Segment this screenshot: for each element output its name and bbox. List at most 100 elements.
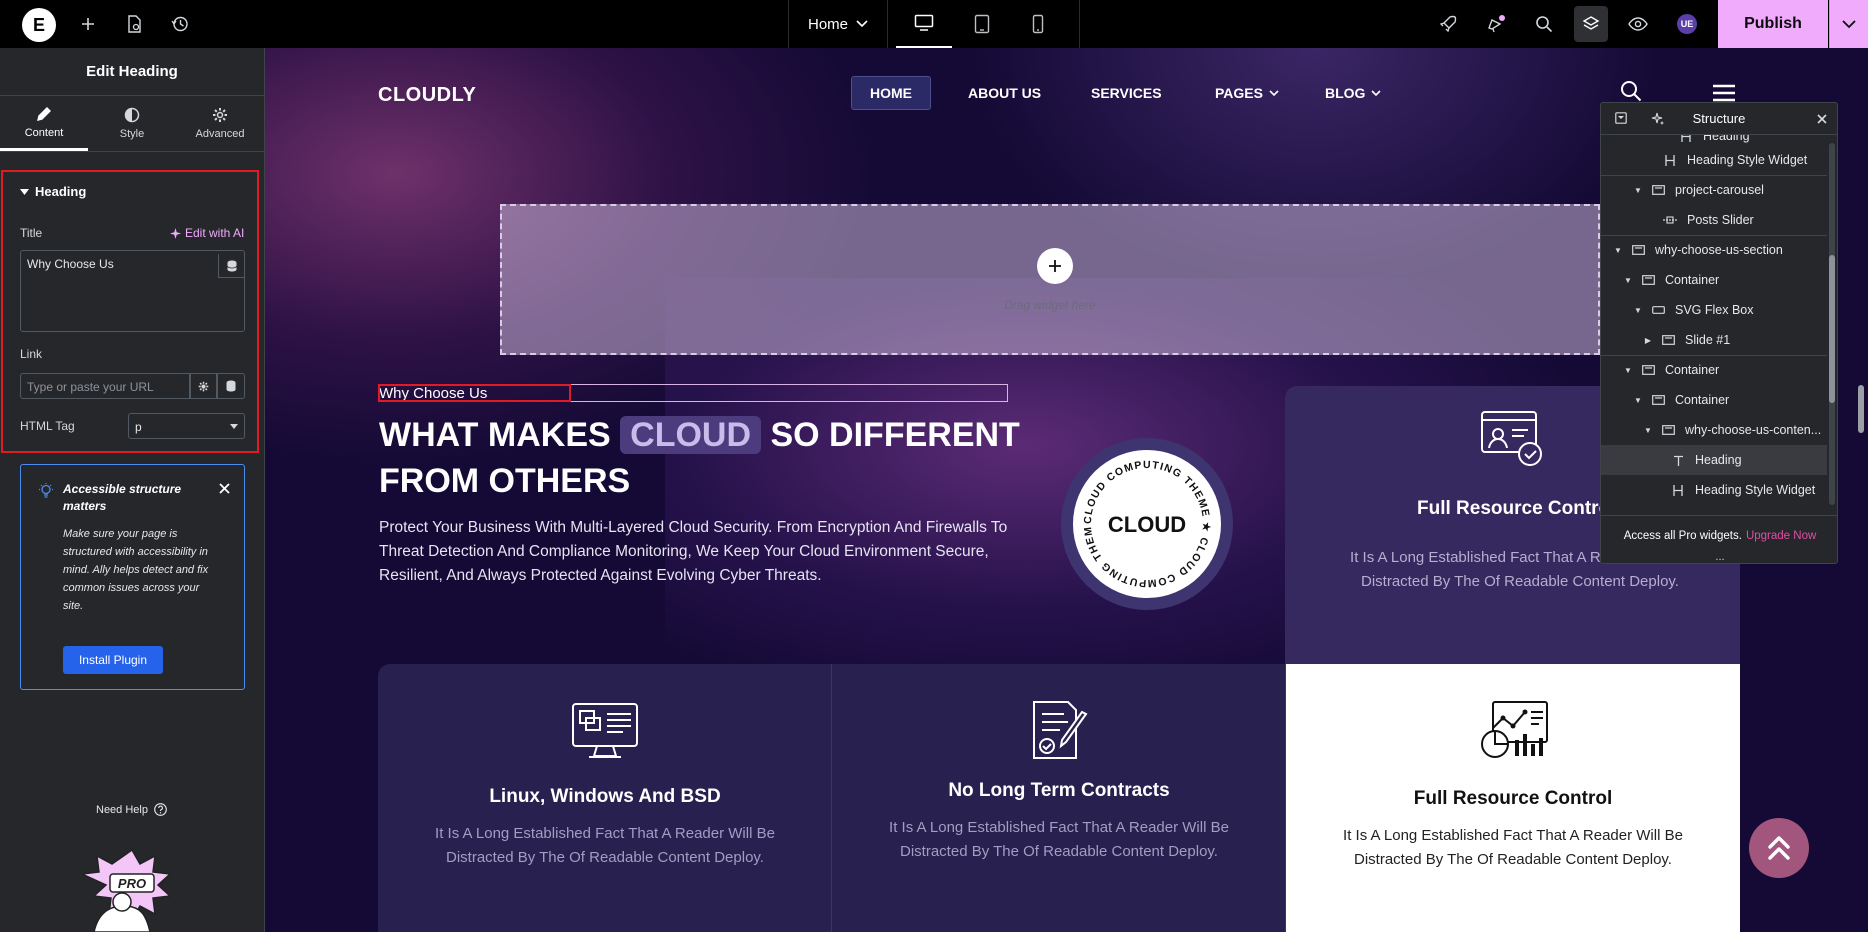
- heading-part: FROM OTHERS: [379, 462, 631, 500]
- html-tag-select[interactable]: p: [128, 413, 245, 439]
- heading-section-toggle[interactable]: Heading: [20, 184, 86, 199]
- tab-style-label: Style: [119, 128, 145, 140]
- structure-item-label: Container: [1675, 393, 1730, 407]
- section-title: Heading: [35, 184, 87, 199]
- slider-icon: [1663, 214, 1677, 226]
- structure-item-label: Heading: [1695, 453, 1742, 467]
- search-icon[interactable]: [1520, 0, 1568, 48]
- nav-home[interactable]: HOME: [851, 76, 931, 110]
- install-plugin-button[interactable]: Install Plugin: [63, 646, 163, 674]
- structure-item[interactable]: ▼ SVG Flex Box: [1601, 295, 1827, 325]
- pro-promo-illustration: PRO: [82, 848, 172, 932]
- search-icon[interactable]: [1620, 80, 1642, 102]
- structure-item-label: Heading: [1703, 135, 1750, 143]
- caret-down-icon[interactable]: ▼: [1623, 276, 1633, 285]
- drop-zone[interactable]: Drag widget here: [500, 204, 1600, 355]
- structure-item[interactable]: Heading Style Widget: [1601, 145, 1827, 175]
- edit-with-ai-label: Edit with AI: [185, 226, 245, 240]
- structure-layers-icon[interactable]: [1574, 6, 1608, 42]
- edit-with-ai-button[interactable]: Edit with AI: [170, 226, 244, 240]
- structure-item[interactable]: ▶ Slide #1: [1601, 325, 1827, 355]
- mobile-icon[interactable]: [1010, 0, 1066, 48]
- desktop-icon[interactable]: [896, 0, 952, 48]
- publish-button[interactable]: Publish: [1718, 0, 1828, 48]
- page-scrollbar[interactable]: [1858, 385, 1864, 433]
- menu-icon[interactable]: [1712, 84, 1736, 102]
- rocket-icon[interactable]: [1424, 0, 1472, 48]
- add-widget-icon[interactable]: [1037, 248, 1073, 284]
- add-element-icon[interactable]: [64, 0, 112, 48]
- structure-item[interactable]: ▼ Container: [1601, 265, 1827, 295]
- feature-cards-row: Linux, Windows And BSD It Is A Long Esta…: [378, 664, 1740, 932]
- need-help-link[interactable]: Need Help: [96, 803, 167, 816]
- preview-eye-icon[interactable]: [1614, 0, 1662, 48]
- heading-icon: [1671, 484, 1685, 496]
- caret-down-icon[interactable]: ▼: [1623, 366, 1633, 375]
- structure-item[interactable]: ▼ project-carousel: [1601, 175, 1827, 205]
- scroll-to-top-button[interactable]: [1749, 818, 1809, 878]
- lightbulb-icon: [39, 483, 53, 498]
- structure-item[interactable]: ▼ why-choose-us-conten...: [1601, 415, 1827, 445]
- structure-scrollbar[interactable]: [1829, 255, 1835, 403]
- structure-item-selected[interactable]: Heading: [1601, 445, 1827, 475]
- caret-down-icon[interactable]: ▼: [1633, 186, 1643, 195]
- caret-down-icon[interactable]: ▼: [1633, 396, 1643, 405]
- contrast-icon: [124, 107, 140, 123]
- feature-card: Linux, Windows And BSD It Is A Long Esta…: [378, 664, 832, 932]
- heading-icon: [1679, 135, 1693, 142]
- structure-item[interactable]: Posts Slider: [1601, 205, 1827, 235]
- section-heading[interactable]: WHAT MAKES CLOUD SO DIFFERENT FROM OTHER…: [379, 412, 1059, 504]
- structure-item[interactable]: ▼ Container: [1601, 385, 1827, 415]
- caret-down-icon[interactable]: ▼: [1633, 306, 1643, 315]
- chevron-down-icon: [1371, 89, 1382, 96]
- nav-services[interactable]: SERVICES: [1091, 76, 1162, 110]
- tablet-icon[interactable]: [954, 0, 1010, 48]
- structure-tree: Heading Heading Style Widget ▼ project-ca…: [1601, 135, 1827, 515]
- structure-item[interactable]: Heading Style Widget: [1601, 475, 1827, 505]
- container-icon: [1631, 244, 1645, 256]
- page-settings-icon[interactable]: [110, 0, 158, 48]
- dynamic-tags-icon[interactable]: [218, 254, 244, 278]
- link-url-input[interactable]: Type or paste your URL: [20, 373, 190, 399]
- collapse-all-icon[interactable]: [1615, 112, 1627, 124]
- page-selector[interactable]: Home: [788, 0, 888, 48]
- nav-blog[interactable]: BLOG: [1325, 76, 1382, 110]
- title-textarea[interactable]: Why Choose Us: [20, 250, 245, 332]
- close-icon[interactable]: [219, 483, 230, 494]
- structure-footer: Access all Pro widgets. Upgrade Now: [1601, 515, 1837, 555]
- page-name: Home: [807, 15, 848, 33]
- close-icon[interactable]: [1817, 114, 1827, 124]
- tab-style[interactable]: Style: [88, 96, 176, 151]
- link-dynamic-icon[interactable]: [217, 373, 245, 399]
- nav-pages[interactable]: PAGES: [1215, 76, 1279, 110]
- link-options-icon[interactable]: [190, 373, 217, 399]
- tab-advanced[interactable]: Advanced: [176, 96, 264, 151]
- chevrons-up-icon: [1768, 836, 1790, 860]
- user-avatar[interactable]: UE: [1677, 14, 1697, 34]
- html-tag-label: HTML Tag: [20, 419, 75, 433]
- structure-item[interactable]: ▼ why-choose-us-section: [1601, 235, 1827, 265]
- notifications-icon[interactable]: [1472, 0, 1520, 48]
- elementor-logo[interactable]: E: [22, 8, 56, 42]
- resize-handle[interactable]: ...: [1601, 551, 1837, 563]
- caret-down-icon[interactable]: ▼: [1643, 426, 1653, 435]
- publish-options-button[interactable]: [1829, 0, 1868, 48]
- upgrade-now-link[interactable]: Upgrade Now: [1746, 530, 1816, 542]
- caret-down-icon: [230, 424, 238, 429]
- heading-part: SO DIFFERENT: [770, 416, 1020, 454]
- pro-label: PRO: [118, 876, 146, 891]
- caret-down-icon[interactable]: ▼: [1613, 246, 1623, 255]
- feature-card-title: Full Resource Control: [1417, 498, 1616, 519]
- structure-item-label: why-choose-us-conten...: [1685, 423, 1822, 437]
- structure-item[interactable]: ▼ Container: [1601, 355, 1827, 385]
- site-logo[interactable]: CLOUDLY: [378, 84, 476, 107]
- nav-pages-label: PAGES: [1215, 85, 1263, 101]
- sparkle-icon[interactable]: [1651, 112, 1665, 126]
- tab-content[interactable]: Content: [0, 96, 88, 151]
- badge-center-text: CLOUD: [1108, 512, 1186, 537]
- text-icon: [1671, 454, 1685, 466]
- container-icon: [1651, 394, 1665, 406]
- caret-right-icon[interactable]: ▶: [1643, 336, 1653, 345]
- history-icon[interactable]: [156, 0, 204, 48]
- nav-about[interactable]: ABOUT US: [968, 76, 1041, 110]
